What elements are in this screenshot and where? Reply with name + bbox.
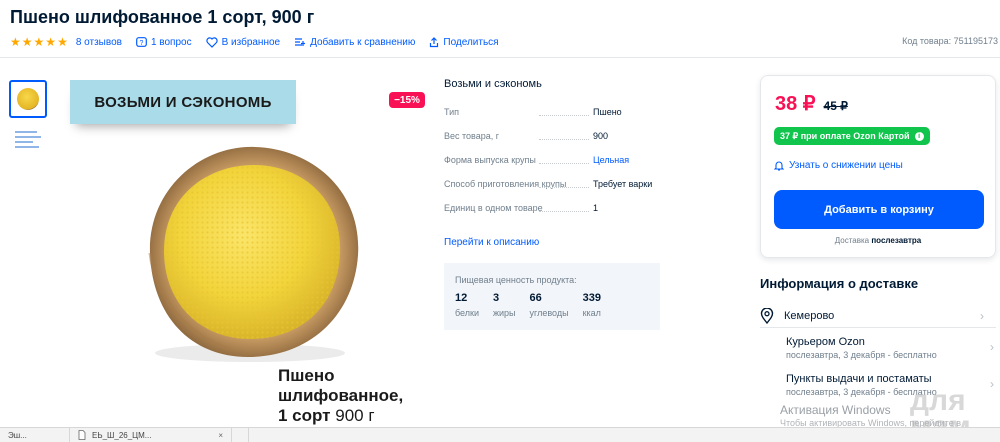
star-icon: ★ [45,35,57,49]
taskbar-item[interactable]: Эш... [0,427,70,442]
buy-card: 38 ₽ 45 ₽ 37 ₽ при оплате Ozon Картой i … [760,75,996,258]
spec-value-link[interactable]: Цельная [593,155,629,165]
compare-link[interactable]: Добавить к сравнению [294,37,415,48]
discount-badge: −15% [389,92,425,108]
product-meta-row: ★ ★ ★ ★ ★ 8 отзывов ? 1 вопрос В избранн… [10,35,513,49]
nutrition-item: 66 углеводы [529,292,569,318]
specs-block: Возьми и сэкономь Тип Пшено Вес товара, … [444,78,664,248]
current-price: 38 ₽ [775,93,816,115]
spec-row: Вес товара, г 900 [444,131,609,141]
shipping-city-selector[interactable]: Кемерово › [760,304,996,328]
heart-icon [205,36,218,48]
promo-banner: ВОЗЬМИ И СЭКОНОМЬ [70,80,296,124]
share-label: Поделиться [443,36,499,48]
rating-stars[interactable]: ★ ★ ★ ★ ★ [10,36,68,48]
taskbar-item[interactable]: ЕЬ_Ш_26_ЦМ... × [70,427,232,442]
compare-label: Добавить к сравнению [310,36,416,48]
city-label: Кемерово [784,309,835,322]
gallery-thumbnails [9,80,49,156]
thumbnail-image [17,88,39,110]
spec-row: Единиц в одном товаре 1 [444,203,599,213]
old-price: 45 ₽ [823,99,848,113]
nutrition-title: Пищевая ценность продукта: [455,275,577,285]
nutrition-item: 3 жиры [492,292,516,318]
add-to-cart-button[interactable]: Добавить в корзину [774,190,984,229]
svg-text:?: ? [139,40,143,47]
taskbar: Эш... ЕЬ_Ш_26_ЦМ... × [0,427,1000,442]
spec-row: Тип Пшено [444,107,622,117]
favorites-link[interactable]: В избранное [205,36,281,48]
windows-activation-watermark: Активация Windows [780,403,891,417]
star-icon: ★ [21,35,33,49]
document-icon [78,430,86,440]
spec-row: Способ приготовления крупы Требует варки [444,179,653,189]
info-icon: i [914,131,924,141]
thumbnail-selected[interactable] [9,80,47,118]
specs-heading: Возьми и сэкономь [444,78,542,90]
spec-row: Форма выпуска крупы Цельная [444,155,630,165]
price-drop-notify-link[interactable]: Узнать о снижении цены [774,160,903,171]
product-code: Код товара: 751195173 [902,36,998,46]
shipping-title: Информация о доставке [760,276,919,291]
taskbar-item[interactable] [232,427,249,442]
reviews-label: 8 отзывов [75,36,122,48]
image-product-name: Пшено шлифованное, 1 сорт 900 г [278,366,404,425]
star-icon: ★ [57,35,68,49]
nutrition-item: 339 ккал [582,292,601,318]
reviews-link[interactable]: 8 отзывов [76,37,122,48]
thumbnail-info[interactable] [9,122,47,156]
go-to-description-link[interactable]: Перейти к описанию [444,237,664,248]
delivery-note: Доставка послезавтра [834,236,922,245]
close-icon[interactable]: × [218,431,223,440]
ozon-card-price-badge[interactable]: 37 ₽ при оплате Ozon Картой i [774,127,930,145]
share-link[interactable]: Поделиться [429,36,499,48]
compare-icon [295,38,306,46]
chevron-right-icon: › [980,308,984,323]
nutrition-box: Пищевая ценность продукта: 12 белки 3 жи… [444,263,660,330]
favorites-label: В избранное [221,36,281,48]
product-title: Пшено шлифованное 1 сорт, 900 г [10,7,315,27]
question-icon: ? [136,36,147,47]
questions-label: 1 вопрос [150,36,192,48]
star-icon: ★ [10,35,21,49]
location-pin-icon [760,307,774,324]
price-row: 38 ₽ 45 ₽ [775,91,848,116]
questions-link[interactable]: ? 1 вопрос [136,37,192,48]
nutrition-item: 12 белки [455,292,479,318]
product-image[interactable] [130,135,370,365]
shipping-option[interactable]: Курьером Ozon послезавтра, 3 декабря - б… [786,336,996,360]
star-icon: ★ [33,35,45,49]
header-divider [0,57,1000,58]
bell-icon [774,161,784,171]
share-icon [430,36,439,47]
chevron-right-icon: › [990,340,994,354]
